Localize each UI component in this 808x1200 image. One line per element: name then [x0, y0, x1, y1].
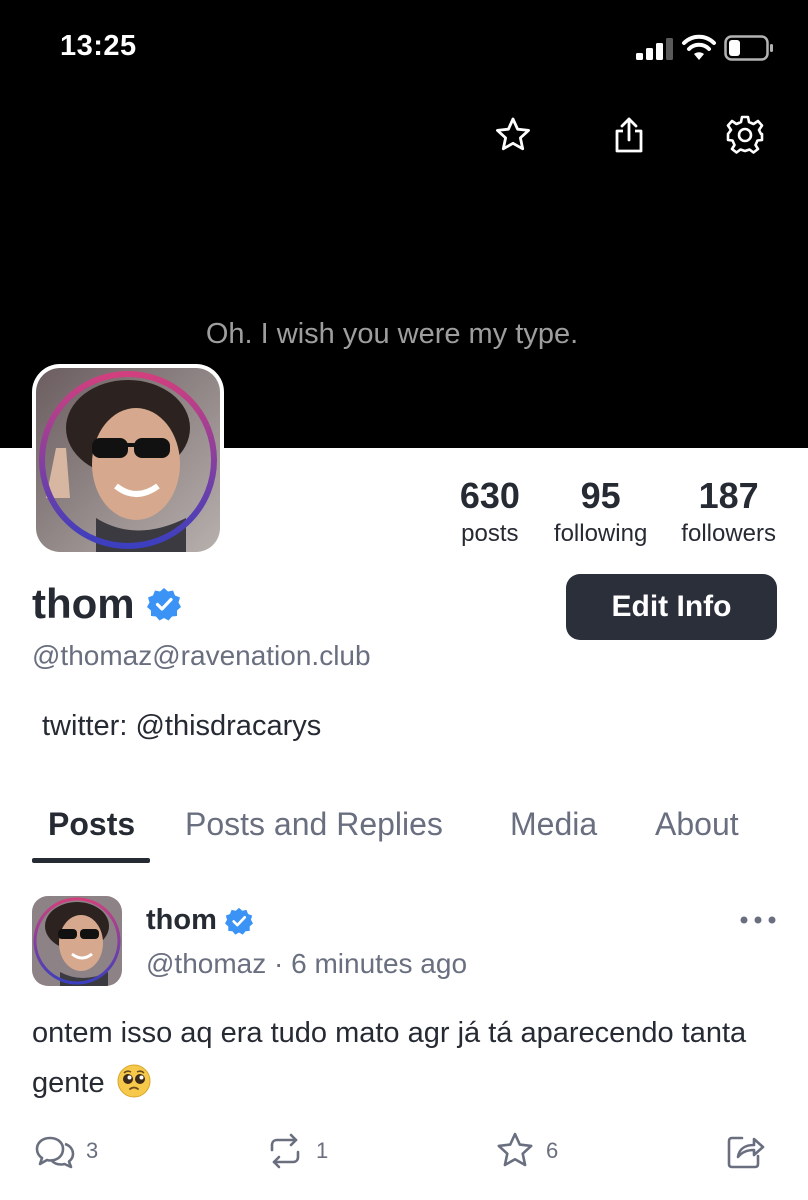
- favourite-icon: [497, 1132, 533, 1167]
- battery-icon: [724, 35, 773, 61]
- profile-name: thom: [32, 580, 135, 627]
- share-profile-button[interactable]: [606, 112, 652, 158]
- favourite-button[interactable]: 6: [494, 1130, 558, 1172]
- boost-button[interactable]: 1: [264, 1130, 328, 1172]
- send-icon: [727, 1136, 765, 1169]
- verified-icon: [224, 907, 253, 935]
- profile-avatar[interactable]: [32, 364, 224, 556]
- display-name: thom: [32, 580, 181, 628]
- gear-icon: [726, 115, 764, 154]
- pleading-face-emoji-icon: [117, 1064, 151, 1098]
- status-time: 13:25: [60, 30, 137, 62]
- share-icon: [615, 117, 643, 153]
- tab-posts[interactable]: Posts: [48, 806, 135, 843]
- reply-count: 3: [86, 1138, 99, 1163]
- banner-caption: Oh. I wish you were my type.: [205, 318, 579, 350]
- profile-tabs: Posts Posts and Replies Media About: [32, 800, 776, 864]
- post-avatar[interactable]: [32, 896, 122, 986]
- stat-posts[interactable]: 630 posts: [460, 476, 520, 548]
- settings-button[interactable]: [722, 112, 768, 158]
- stat-following[interactable]: 95 following: [554, 476, 647, 548]
- signal-icon: [636, 38, 673, 60]
- stat-value: 187: [698, 475, 759, 516]
- star-icon: [496, 117, 530, 151]
- stat-value: 95: [580, 475, 621, 516]
- banner-actions: [490, 112, 768, 158]
- boost-count: 1: [316, 1138, 329, 1163]
- favourite-count: 6: [546, 1138, 559, 1163]
- avatar-image: [36, 368, 220, 552]
- post-actions: 3 1 6: [34, 1130, 774, 1174]
- profile-stats: 630 posts 95 following 187 followers: [460, 476, 776, 548]
- stat-value: 630: [459, 475, 520, 516]
- profile-bio: twitter: @thisdracarys: [42, 710, 322, 742]
- stat-label: followers: [681, 520, 776, 547]
- stat-followers[interactable]: 187 followers: [681, 476, 776, 548]
- post-author[interactable]: thom: [146, 904, 253, 937]
- favourite-profile-button[interactable]: [490, 112, 536, 158]
- profile-handle: @thomaz@ravenation.club: [32, 640, 371, 671]
- stat-label: posts: [461, 520, 519, 547]
- post-content: ontem isso aq era tudo mato agr já tá ap…: [32, 1008, 792, 1108]
- wifi-icon: [682, 34, 716, 60]
- post-meta: @thomaz · 6 minutes ago: [146, 948, 468, 979]
- more-icon[interactable]: [736, 906, 780, 934]
- edit-info-button[interactable]: Edit Info: [566, 574, 777, 640]
- tab-posts-and-replies[interactable]: Posts and Replies: [185, 806, 443, 843]
- boost-icon: [270, 1133, 300, 1169]
- active-tab-indicator: [32, 858, 150, 863]
- reply-button[interactable]: 3: [34, 1130, 98, 1172]
- post-author-name: thom: [146, 904, 217, 936]
- tab-about[interactable]: About: [655, 806, 739, 843]
- reply-icon: [35, 1136, 75, 1169]
- status-bar: 13:25: [0, 0, 808, 90]
- tab-media[interactable]: Media: [510, 806, 597, 843]
- stat-label: following: [553, 520, 648, 547]
- verified-icon: [146, 588, 181, 621]
- share-post-button[interactable]: [724, 1130, 766, 1172]
